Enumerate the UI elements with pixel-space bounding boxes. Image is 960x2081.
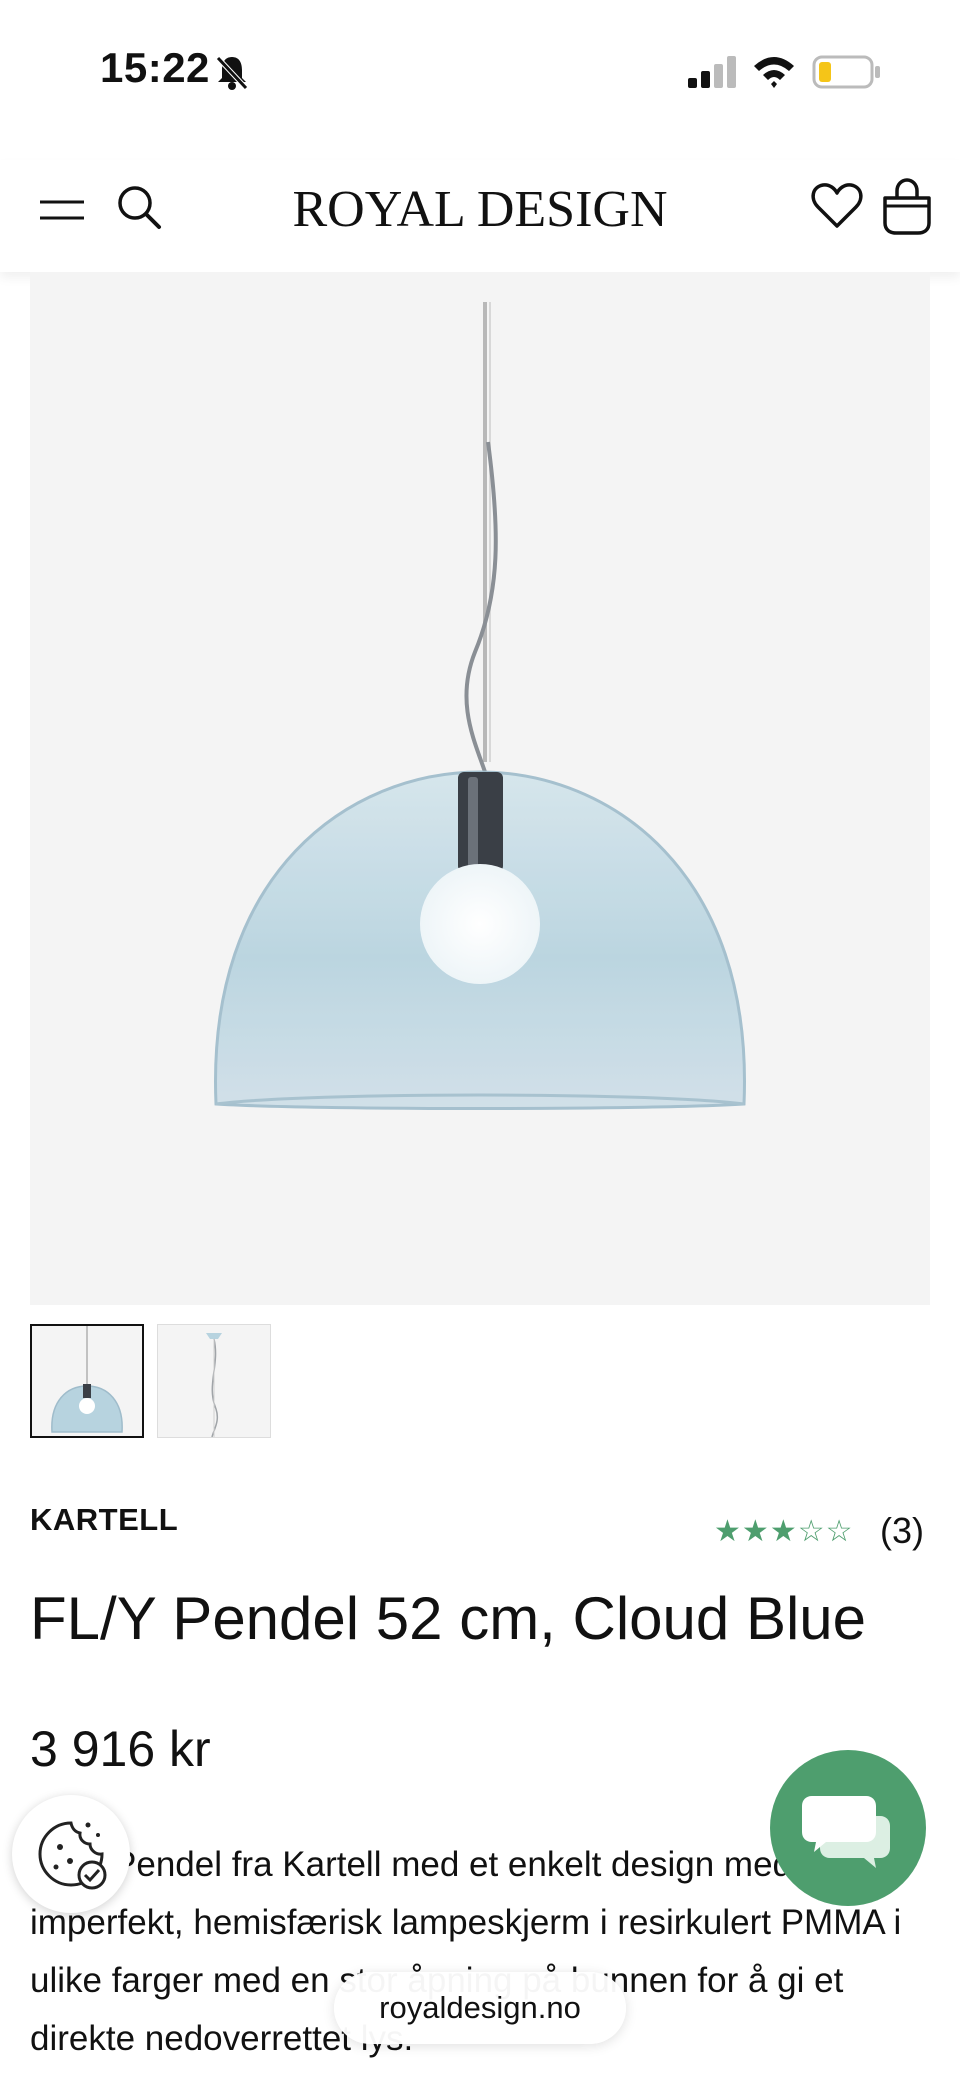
star-icon: ★ — [769, 1515, 798, 1548]
rating-stars[interactable]: ★★★☆☆ — [714, 1514, 854, 1549]
site-logo[interactable]: ROYAL DESIGN — [260, 180, 700, 239]
product-price: 3 916 kr — [30, 1721, 211, 1777]
review-count[interactable]: (3) — [880, 1510, 924, 1552]
heart-icon[interactable] — [810, 180, 864, 232]
search-icon[interactable] — [114, 182, 164, 232]
signal-icon — [688, 56, 736, 88]
product-title: FL/Y Pendel 52 cm, Cloud Blue — [30, 1585, 867, 1652]
star-empty-icon: ☆ — [825, 1515, 854, 1548]
pendant-lamp-illustration — [214, 302, 746, 1110]
bell-slash-icon — [216, 56, 248, 90]
wifi-icon — [754, 57, 794, 88]
lamp-cord-thumbnail-icon — [206, 1333, 222, 1437]
lamp-thumbnail-icon — [51, 1326, 123, 1433]
star-icon: ★ — [741, 1515, 770, 1548]
battery-low-icon — [812, 55, 880, 89]
chat-button[interactable] — [770, 1750, 926, 1906]
cookie-icon — [38, 1821, 107, 1890]
browser-url-bar[interactable]: royaldesign.no — [334, 1972, 626, 2044]
status-time: 15:22 — [100, 44, 210, 91]
chat-bubbles-icon — [802, 1796, 890, 1868]
bag-icon[interactable] — [880, 178, 934, 236]
menu-icon[interactable] — [36, 190, 88, 230]
product-brand[interactable]: KARTELL — [30, 1502, 178, 1538]
star-icon: ★ — [714, 1515, 742, 1548]
thumbnail-1[interactable] — [30, 1324, 144, 1438]
cookie-settings-button[interactable] — [12, 1795, 130, 1913]
thumbnail-2[interactable] — [157, 1324, 271, 1438]
star-empty-icon: ☆ — [797, 1515, 826, 1548]
product-image[interactable] — [30, 272, 930, 1305]
